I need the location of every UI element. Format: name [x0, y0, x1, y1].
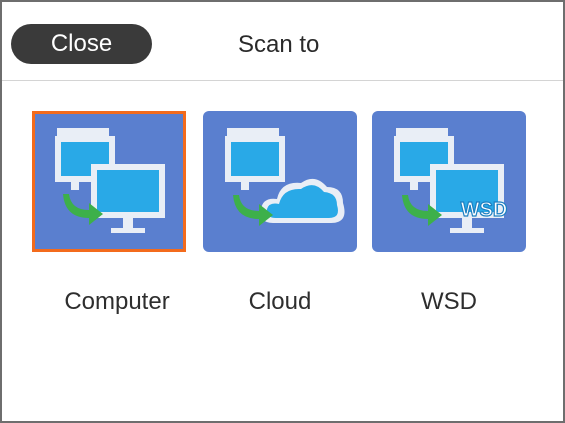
wsd-badge-text: WSD: [461, 199, 508, 221]
page-title: Scan to: [238, 31, 320, 58]
header-divider: [2, 80, 563, 81]
computer-option-label: Computer: [64, 288, 170, 315]
header: Close Scan to: [2, 2, 563, 82]
scan-to-screen: Close Scan to WSD Computer Cloud WSD: [0, 0, 565, 423]
computer-icon: [55, 128, 165, 233]
close-button[interactable]: Close: [11, 24, 152, 64]
wsd-option-tile[interactable]: WSD: [372, 111, 526, 252]
wsd-icon: WSD: [394, 128, 508, 233]
cloud-icon: [225, 128, 345, 226]
cloud-option-label: Cloud: [248, 288, 312, 315]
wsd-option-label: WSD: [421, 288, 477, 315]
cloud-option-tile[interactable]: [203, 111, 357, 252]
computer-option-tile[interactable]: [32, 111, 186, 252]
